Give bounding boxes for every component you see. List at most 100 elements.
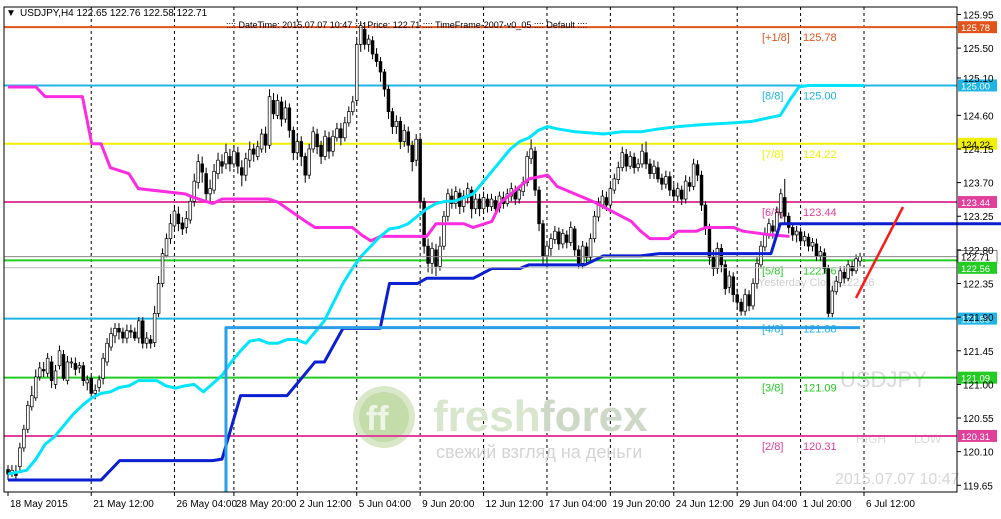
candle-body (57, 350, 62, 367)
candle-body (838, 270, 842, 284)
murrey-level-label: [7/8] (762, 149, 783, 161)
candle-body (553, 230, 557, 240)
candle-body (259, 133, 264, 150)
y-tick-label: 124.60 (963, 111, 994, 122)
candle-body (600, 195, 605, 206)
candle-body (366, 38, 371, 45)
y-tick-label: 123.70 (963, 179, 994, 190)
y-tick-label: 125.10 (963, 74, 994, 85)
candle-body (34, 376, 38, 399)
murrey-level-value: 125.78 (803, 32, 837, 44)
candle-body (224, 152, 228, 165)
candle-body (378, 61, 383, 73)
freshforex-logo: ff (353, 386, 415, 448)
candle-body (65, 361, 70, 382)
candle-body (176, 213, 181, 225)
candle-body (561, 233, 565, 245)
y-tick-label: 120.55 (963, 414, 994, 425)
candle-body (822, 252, 827, 269)
murrey-price-text: 123.44 (961, 198, 990, 209)
yesterday-close-text: 122.56 (961, 264, 990, 275)
candle-body (572, 228, 577, 251)
candle-body (382, 71, 387, 90)
candle-body (295, 141, 300, 154)
candle-body (604, 197, 609, 206)
watermark-brand-fresh: fresh (433, 392, 541, 441)
candle-body (208, 188, 212, 195)
x-tick-label: 12 Jun 12:00 (486, 499, 544, 510)
candle-body (41, 369, 46, 372)
x-tick-label: 29 Jun 04:00 (739, 499, 797, 510)
candle-body (216, 159, 220, 174)
murrey-price-text: 125.78 (961, 23, 990, 34)
candle-body (73, 363, 78, 370)
candle-body (473, 198, 478, 210)
candle-body (196, 161, 200, 183)
murrey-level-label: [4/8] (762, 324, 783, 336)
candle-body (636, 163, 640, 169)
candle-body (612, 178, 617, 191)
menu-triangle-icon: ▼ (6, 8, 16, 19)
murrey-level-label: [2/8] (762, 441, 783, 453)
x-tick-label: 21 May 12:00 (93, 499, 154, 510)
candle-body (786, 215, 791, 228)
candle-body (818, 251, 823, 257)
x-tick-label: 28 May 20:00 (236, 499, 297, 510)
candle-body (588, 238, 593, 258)
candle-body (644, 152, 648, 165)
y-tick-label: 121.45 (963, 347, 994, 358)
candle-body (759, 245, 763, 266)
candle-body (93, 390, 97, 394)
candle-body (49, 361, 54, 382)
candle-body (790, 227, 795, 236)
candle-body (184, 218, 189, 228)
candle-body (172, 210, 177, 227)
x-tick-label: 5 Jun 04:00 (359, 499, 412, 510)
candle-body (664, 176, 668, 185)
murrey-level-value: 121.09 (803, 383, 837, 395)
candle-body (125, 330, 129, 339)
candle-body (129, 330, 133, 333)
candle-body (628, 156, 632, 167)
candle-body (592, 215, 597, 240)
x-tick-label: 18 May 2015 (10, 499, 68, 510)
candle-body (188, 200, 193, 221)
freshforex-logo-mark: ff (366, 400, 389, 438)
candle-body (61, 354, 66, 379)
candle-body (430, 248, 434, 264)
y-tick-label: 120.10 (963, 448, 994, 459)
candle-body (331, 135, 335, 152)
candle-body (319, 144, 323, 157)
candle-body (679, 189, 684, 200)
candle-body (81, 365, 86, 382)
candle-body (794, 230, 799, 236)
candle-body (255, 146, 260, 157)
x-tick-label: 9 Jun 20:00 (422, 499, 475, 510)
candle-body (580, 245, 585, 264)
candle-body (616, 167, 621, 180)
candle-body (200, 163, 204, 173)
candle-body (267, 96, 272, 146)
candle-body (541, 223, 545, 257)
murrey-level-value: 120.31 (803, 441, 837, 453)
candle-body (343, 122, 347, 139)
candle-body (426, 245, 430, 264)
candle-body (584, 246, 589, 258)
candle-body (834, 280, 838, 293)
candle-body (168, 223, 173, 240)
candle-body (414, 138, 418, 161)
candle-body (117, 327, 121, 333)
candle-body (351, 101, 355, 112)
candle-body (735, 294, 739, 303)
candle-body (648, 163, 652, 174)
candle-body (394, 120, 399, 127)
candle-body (53, 370, 58, 385)
candle-body (362, 29, 367, 45)
murrey-level-label: [8/8] (762, 90, 783, 102)
candle-body (232, 150, 236, 165)
candle-body (418, 138, 422, 202)
candle-body (248, 149, 252, 161)
candle-body (842, 271, 846, 279)
candle-body (220, 161, 224, 167)
candle-body (323, 135, 327, 157)
